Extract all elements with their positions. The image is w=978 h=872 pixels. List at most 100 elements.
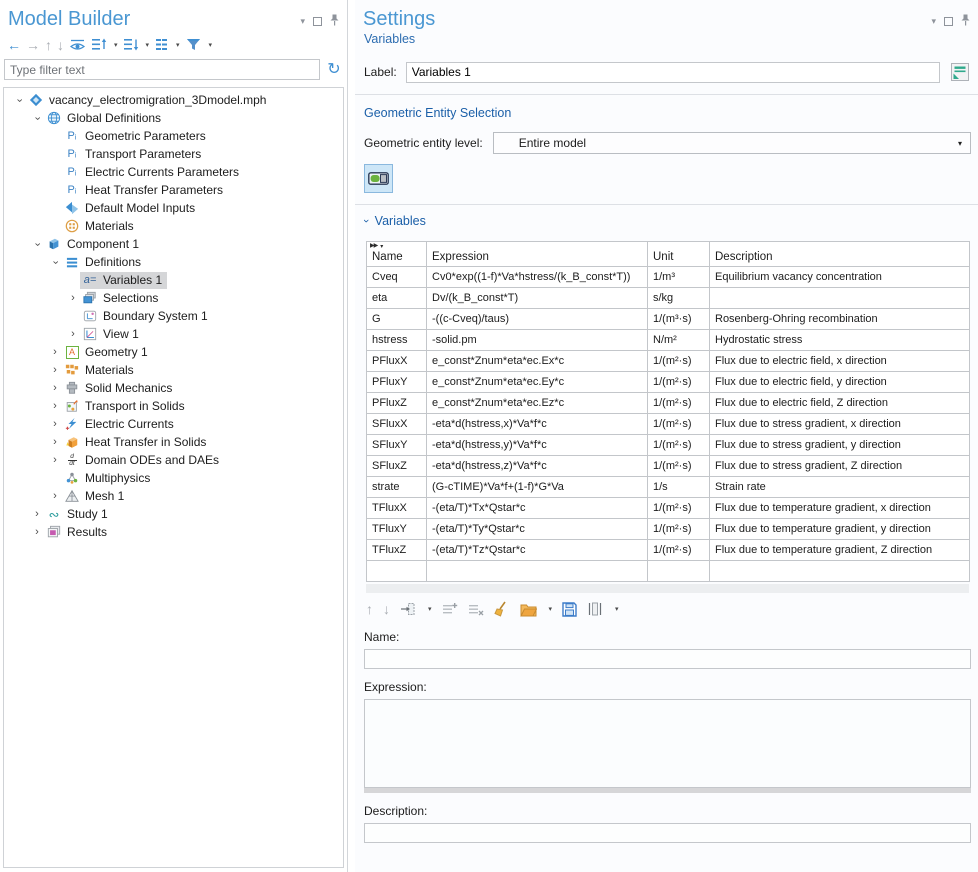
cell-description[interactable]: Flux due to temperature gradient, Z dire… <box>710 540 970 561</box>
tree-item-transport-parameters[interactable]: Pᵢ Transport Parameters <box>4 145 343 163</box>
tree-item-materials-global[interactable]: Materials <box>4 217 343 235</box>
move-to-dropdown-icon[interactable]: ▾ <box>428 605 432 613</box>
chevron-right-icon[interactable]: › <box>48 365 62 376</box>
cell-expression[interactable]: -(eta/T)*Tx*Qstar*c <box>427 498 648 519</box>
cell-description[interactable]: Flux due to stress gradient, Z direction <box>710 456 970 477</box>
tree-item-materials[interactable]: › Materials <box>4 361 343 379</box>
move-row-down-icon[interactable]: ↓ <box>383 600 390 618</box>
move-row-up-icon[interactable]: ↑ <box>366 600 373 618</box>
cell-description[interactable]: Flux due to electric field, Z direction <box>710 393 970 414</box>
tree-item-component-1[interactable]: › Component 1 <box>4 235 343 253</box>
cell-unit[interactable] <box>648 561 710 582</box>
cell-expression[interactable]: -eta*d(hstress,z)*Va*f*c <box>427 456 648 477</box>
cell-expression[interactable]: e_const*Znum*eta*ec.Ey*c <box>427 372 648 393</box>
chevron-right-icon[interactable]: › <box>30 509 44 520</box>
chevron-down-icon[interactable]: › <box>32 237 43 251</box>
chevron-right-icon[interactable]: › <box>48 419 62 430</box>
cell-unit[interactable]: 1/(m²·s) <box>648 414 710 435</box>
cell-expression[interactable]: -((c-Cveq)/taus) <box>427 309 648 330</box>
expression-scrollbar[interactable] <box>364 788 971 793</box>
cell-name[interactable]: PFluxX <box>367 351 427 372</box>
tree-item-transport-in-solids[interactable]: › Transport in Solids <box>4 397 343 415</box>
cell-expression[interactable]: -(eta/T)*Ty*Qstar*c <box>427 519 648 540</box>
cell-name[interactable]: SFluxZ <box>367 456 427 477</box>
float-window-icon[interactable] <box>313 17 322 26</box>
variables-section-heading[interactable]: › Variables <box>364 214 970 228</box>
pin-icon[interactable] <box>330 14 339 29</box>
chevron-down-icon[interactable]: › <box>32 111 43 125</box>
cell-name[interactable]: TFluxX <box>367 498 427 519</box>
tree-item-solid-mechanics[interactable]: › Solid Mechanics <box>4 379 343 397</box>
chevron-down-icon[interactable]: › <box>50 255 61 269</box>
tree-item-default-model-inputs[interactable]: Default Model Inputs <box>4 199 343 217</box>
tree-item-variables-1[interactable]: a= Variables 1 <box>4 271 343 289</box>
tree-item-definitions[interactable]: › Definitions <box>4 253 343 271</box>
cell-name[interactable] <box>367 561 427 582</box>
tree-item-results[interactable]: › Results <box>4 523 343 541</box>
filter-dropdown-icon[interactable]: ▾ <box>209 41 213 49</box>
chevron-down-icon[interactable]: › <box>14 93 25 107</box>
move-to-icon[interactable] <box>400 600 416 618</box>
forward-arrow-icon[interactable]: → <box>26 36 40 54</box>
tree-item-study-1[interactable]: › ∾ Study 1 <box>4 505 343 523</box>
cell-description[interactable]: Flux due to stress gradient, x direction <box>710 414 970 435</box>
cell-name[interactable]: TFluxY <box>367 519 427 540</box>
name-input[interactable] <box>364 649 971 669</box>
cell-name[interactable]: TFluxZ <box>367 540 427 561</box>
cell-name[interactable]: SFluxX <box>367 414 427 435</box>
chevron-right-icon[interactable]: › <box>30 527 44 538</box>
panel-menu-chevron-icon[interactable]: ▾ <box>931 17 936 26</box>
cell-name[interactable]: Cveq <box>367 267 427 288</box>
cell-description[interactable]: Hydrostatic stress <box>710 330 970 351</box>
show-eye-icon[interactable] <box>69 36 86 54</box>
cell-expression[interactable]: (G-cTIME)*Va*f+(1-f)*G*Va <box>427 477 648 498</box>
cell-name[interactable]: G <box>367 309 427 330</box>
chevron-right-icon[interactable]: › <box>66 329 80 340</box>
load-dropdown-icon[interactable]: ▾ <box>549 605 553 613</box>
tree-item-electric-currents-parameters[interactable]: Pᵢ Electric Currents Parameters <box>4 163 343 181</box>
cell-unit[interactable]: 1/(m²·s) <box>648 351 710 372</box>
tree-item-geometric-parameters[interactable]: Pᵢ Geometric Parameters <box>4 127 343 145</box>
tree-item-mesh-1[interactable]: › Mesh 1 <box>4 487 343 505</box>
cell-name[interactable]: PFluxY <box>367 372 427 393</box>
node-label-options-icon[interactable] <box>154 36 169 54</box>
add-row-icon[interactable] <box>442 600 458 618</box>
chevron-right-icon[interactable]: › <box>48 437 62 448</box>
label-input[interactable] <box>406 62 940 83</box>
cell-description[interactable] <box>710 288 970 309</box>
collapse-list-icon[interactable] <box>123 36 139 54</box>
cell-expression[interactable]: -eta*d(hstress,y)*Va*f*c <box>427 435 648 456</box>
pin-icon[interactable] <box>961 14 970 29</box>
float-window-icon[interactable] <box>944 17 953 26</box>
move-down-arrow-icon[interactable]: ↓ <box>57 36 64 54</box>
cell-description[interactable]: Flux due to stress gradient, y direction <box>710 435 970 456</box>
cell-expression[interactable]: -solid.pm <box>427 330 648 351</box>
chevron-right-icon[interactable]: › <box>66 293 80 304</box>
cell-unit[interactable]: 1/(m³·s) <box>648 309 710 330</box>
cell-unit[interactable]: 1/(m²·s) <box>648 456 710 477</box>
cell-description[interactable]: Flux due to temperature gradient, x dire… <box>710 498 970 519</box>
tree-item-electric-currents[interactable]: › Electric Currents <box>4 415 343 433</box>
save-to-file-icon[interactable] <box>562 600 577 618</box>
cell-expression[interactable]: e_const*Znum*eta*ec.Ex*c <box>427 351 648 372</box>
cell-unit[interactable]: 1/(m²·s) <box>648 393 710 414</box>
cell-description[interactable]: Strain rate <box>710 477 970 498</box>
tree-item-view-1[interactable]: › View 1 <box>4 325 343 343</box>
tree-item-model-root[interactable]: › vacancy_electromigration_3Dmodel.mph <box>4 91 343 109</box>
move-up-arrow-icon[interactable]: ↑ <box>45 36 52 54</box>
collapse-list-dropdown-icon[interactable]: ▾ <box>146 41 150 49</box>
cell-description[interactable]: Flux due to temperature gradient, y dire… <box>710 519 970 540</box>
chevron-right-icon[interactable]: › <box>48 491 62 502</box>
cell-unit[interactable]: 1/(m²·s) <box>648 498 710 519</box>
filter-input[interactable] <box>4 59 320 80</box>
chevron-right-icon[interactable]: › <box>48 383 62 394</box>
filter-funnel-icon[interactable] <box>185 36 202 54</box>
edit-column-dropdown-icon[interactable]: ▾ <box>615 605 619 613</box>
refresh-icon[interactable]: ↻ <box>325 62 343 78</box>
cell-unit[interactable]: 1/s <box>648 477 710 498</box>
expand-list-icon[interactable] <box>91 36 107 54</box>
cell-unit[interactable]: 1/(m²·s) <box>648 519 710 540</box>
cell-description[interactable]: Flux due to electric field, y direction <box>710 372 970 393</box>
cell-name[interactable]: hstress <box>367 330 427 351</box>
tree-item-heat-transfer-in-solids[interactable]: › Heat Transfer in Solids <box>4 433 343 451</box>
